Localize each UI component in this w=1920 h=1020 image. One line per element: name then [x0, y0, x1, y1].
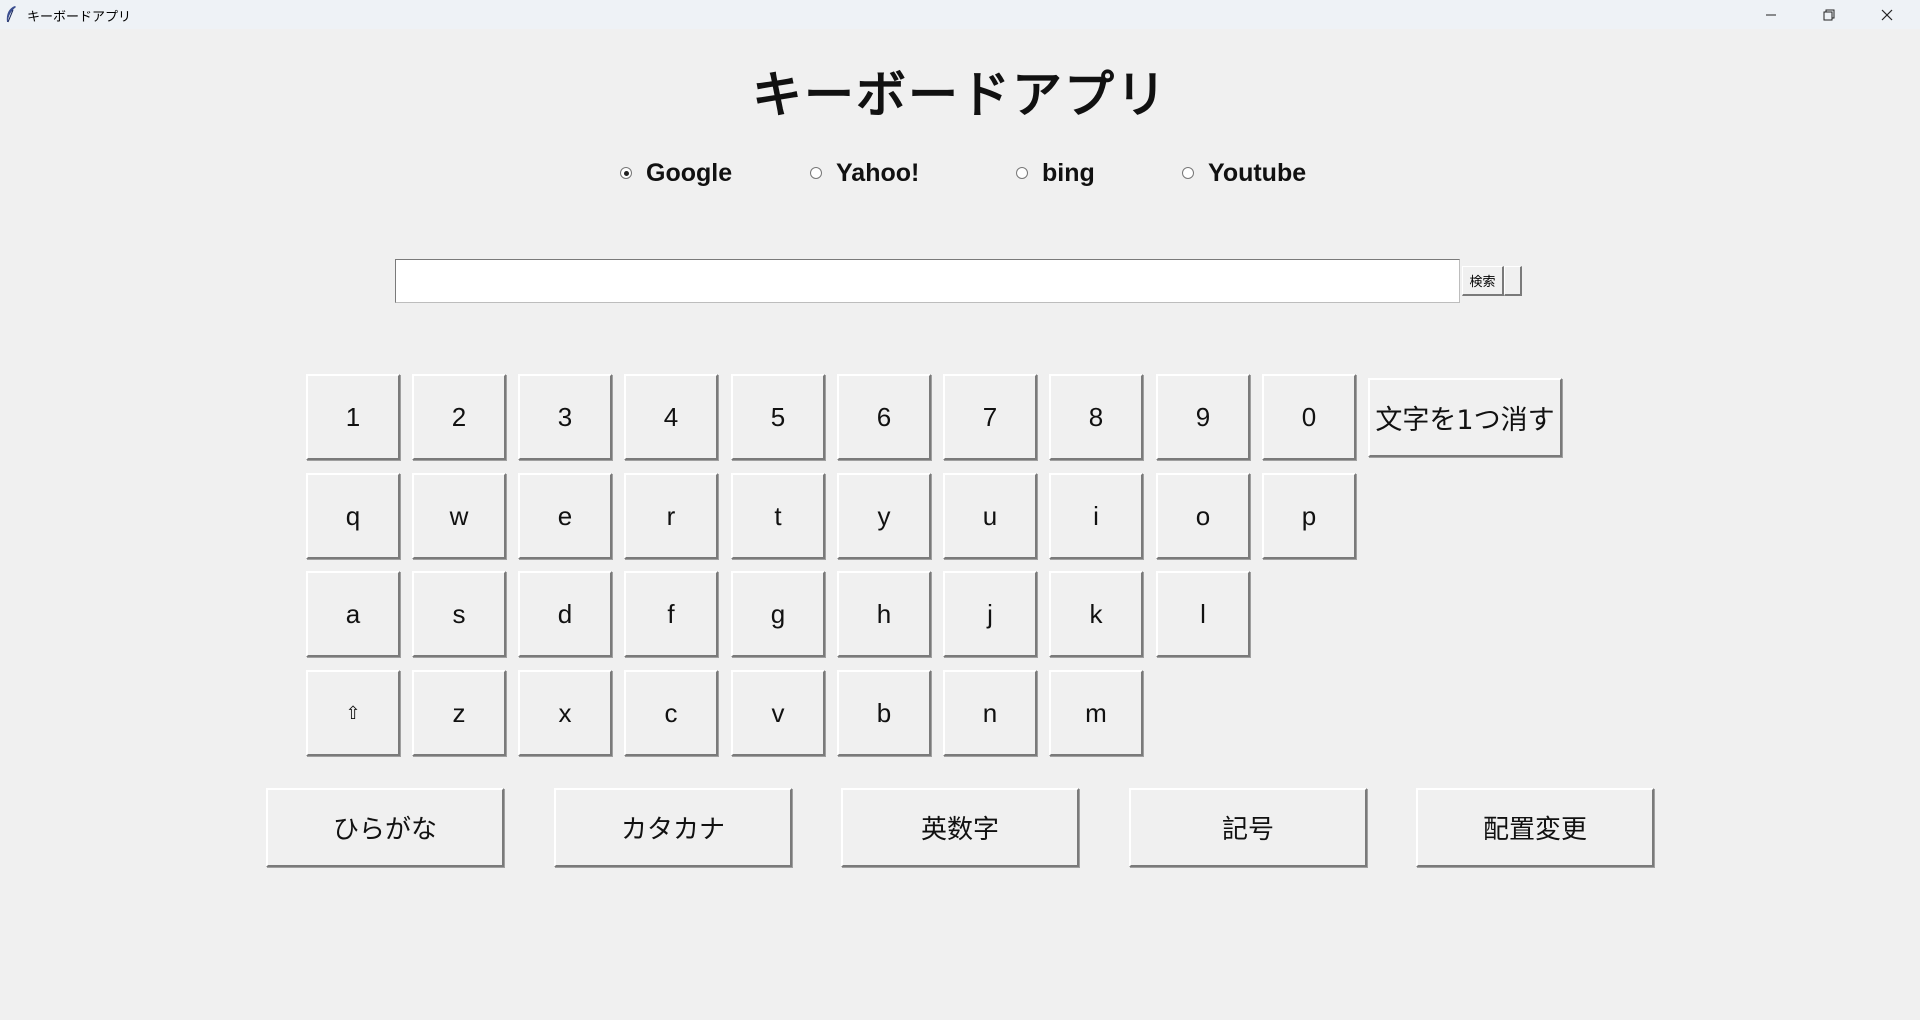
key-r[interactable]: r	[624, 473, 718, 559]
key-z[interactable]: z	[412, 670, 506, 756]
key-b[interactable]: b	[837, 670, 931, 756]
minimize-icon	[1766, 14, 1776, 15]
radio-yahoo[interactable]: Yahoo!	[810, 158, 919, 188]
radio-unselected-icon	[1016, 167, 1028, 179]
search-button-edge	[1504, 266, 1522, 296]
key-u[interactable]: u	[943, 473, 1037, 559]
key-6[interactable]: 6	[837, 374, 931, 460]
key-g[interactable]: g	[731, 571, 825, 657]
search-input[interactable]	[395, 259, 1460, 303]
key-8[interactable]: 8	[1049, 374, 1143, 460]
key-m[interactable]: m	[1049, 670, 1143, 756]
radio-bing[interactable]: bing	[1016, 158, 1095, 188]
radio-unselected-icon	[810, 167, 822, 179]
layout-change-button[interactable]: 配置変更	[1416, 788, 1654, 867]
key-o[interactable]: o	[1156, 473, 1250, 559]
radio-label-bing: bing	[1042, 158, 1095, 187]
shift-key[interactable]: ⇧	[306, 670, 400, 756]
search-button[interactable]: 検索	[1462, 266, 1504, 296]
window-title: キーボードアプリ	[27, 10, 132, 25]
radio-selected-icon	[620, 167, 632, 179]
restore-button[interactable]	[1800, 0, 1858, 29]
key-l[interactable]: l	[1156, 571, 1250, 657]
radio-youtube[interactable]: Youtube	[1182, 158, 1306, 188]
key-2[interactable]: 2	[412, 374, 506, 460]
key-d[interactable]: d	[518, 571, 612, 657]
symbols-button[interactable]: 記号	[1129, 788, 1367, 867]
key-n[interactable]: n	[943, 670, 1037, 756]
key-i[interactable]: i	[1049, 473, 1143, 559]
radio-unselected-icon	[1182, 167, 1194, 179]
key-c[interactable]: c	[624, 670, 718, 756]
key-3[interactable]: 3	[518, 374, 612, 460]
key-5[interactable]: 5	[731, 374, 825, 460]
title-bar: キーボードアプリ	[0, 0, 1920, 29]
radio-label-yahoo: Yahoo!	[836, 158, 920, 187]
feather-icon	[6, 6, 16, 23]
key-j[interactable]: j	[943, 571, 1037, 657]
key-y[interactable]: y	[837, 473, 931, 559]
app-heading: キーボードアプリ	[752, 66, 1168, 124]
key-7[interactable]: 7	[943, 374, 1037, 460]
key-v[interactable]: v	[731, 670, 825, 756]
key-k[interactable]: k	[1049, 571, 1143, 657]
close-icon	[1881, 9, 1893, 20]
radio-label-youtube: Youtube	[1208, 158, 1307, 187]
key-9[interactable]: 9	[1156, 374, 1250, 460]
key-t[interactable]: t	[731, 473, 825, 559]
key-s[interactable]: s	[412, 571, 506, 657]
alphanumeric-button[interactable]: 英数字	[841, 788, 1079, 867]
key-0[interactable]: 0	[1262, 374, 1356, 460]
radio-label-google: Google	[646, 158, 733, 187]
minimize-button[interactable]	[1742, 0, 1800, 29]
key-a[interactable]: a	[306, 571, 400, 657]
close-button[interactable]	[1858, 0, 1916, 29]
backspace-button[interactable]: 文字を1つ消す	[1368, 378, 1562, 457]
shift-icon: ⇧	[345, 702, 361, 723]
katakana-button[interactable]: カタカナ	[554, 788, 792, 867]
key-w[interactable]: w	[412, 473, 506, 559]
hiragana-button[interactable]: ひらがな	[266, 788, 504, 867]
key-x[interactable]: x	[518, 670, 612, 756]
key-e[interactable]: e	[518, 473, 612, 559]
key-p[interactable]: p	[1262, 473, 1356, 559]
radio-google[interactable]: Google	[620, 158, 732, 188]
key-4[interactable]: 4	[624, 374, 718, 460]
key-h[interactable]: h	[837, 571, 931, 657]
key-q[interactable]: q	[306, 473, 400, 559]
key-f[interactable]: f	[624, 571, 718, 657]
restore-icon	[1823, 9, 1835, 20]
key-1[interactable]: 1	[306, 374, 400, 460]
